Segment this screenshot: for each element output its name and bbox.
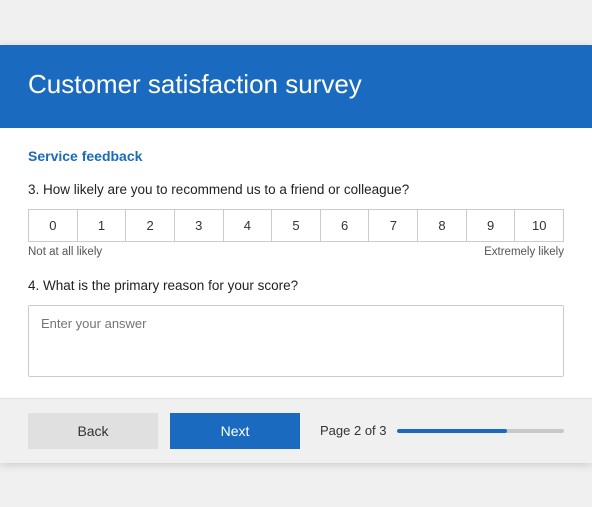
rating-3[interactable]: 3	[175, 210, 224, 241]
survey-body: Service feedback 3. How likely are you t…	[0, 128, 592, 398]
high-label: Extremely likely	[484, 246, 564, 258]
section-title: Service feedback	[28, 148, 564, 164]
rating-6[interactable]: 6	[321, 210, 370, 241]
back-button[interactable]: Back	[28, 413, 158, 449]
survey-title: Customer satisfaction survey	[28, 69, 564, 100]
rating-7[interactable]: 7	[369, 210, 418, 241]
survey-footer: Back Next Page 2 of 3	[0, 398, 592, 463]
rating-10[interactable]: 10	[515, 210, 563, 241]
progress-track	[397, 429, 565, 433]
next-button[interactable]: Next	[170, 413, 300, 449]
rating-1[interactable]: 1	[78, 210, 127, 241]
low-label: Not at all likely	[28, 246, 102, 258]
rating-9[interactable]: 9	[467, 210, 516, 241]
rating-8[interactable]: 8	[418, 210, 467, 241]
rating-4[interactable]: 4	[224, 210, 273, 241]
rating-2[interactable]: 2	[126, 210, 175, 241]
rating-0[interactable]: 0	[29, 210, 78, 241]
progress-fill	[397, 429, 508, 433]
page-indicator: Page 2 of 3	[320, 423, 387, 438]
survey-header: Customer satisfaction survey	[0, 45, 592, 128]
question-4-label: 4. What is the primary reason for your s…	[28, 278, 564, 293]
rating-labels: Not at all likely Extremely likely	[28, 246, 564, 258]
survey-container: Customer satisfaction survey Service fee…	[0, 45, 592, 463]
answer-input[interactable]	[28, 305, 564, 377]
pagination: Page 2 of 3	[320, 423, 564, 438]
rating-5[interactable]: 5	[272, 210, 321, 241]
rating-scale: 0 1 2 3 4 5 6 7 8 9 10	[28, 209, 564, 242]
question-3-label: 3. How likely are you to recommend us to…	[28, 182, 564, 197]
